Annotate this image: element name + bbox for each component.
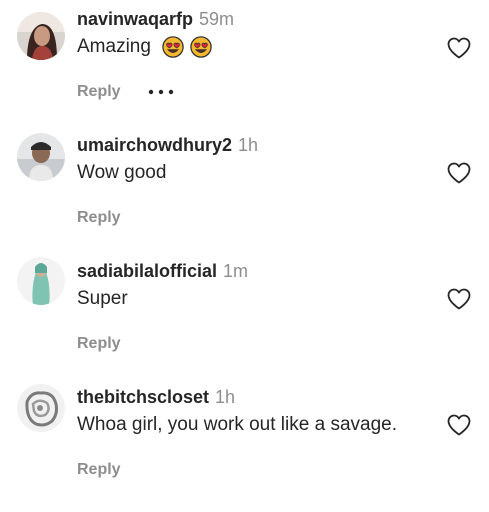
reply-button[interactable]: Reply	[77, 335, 121, 353]
comment-time: 1h	[238, 135, 259, 155]
comment-text: Super	[77, 286, 128, 312]
reply-button[interactable]: Reply	[77, 461, 121, 479]
comment-actions: Reply	[77, 207, 121, 229]
username[interactable]: thebitchscloset	[77, 387, 209, 407]
comment-actions: Reply	[77, 333, 121, 355]
heart-outline-icon[interactable]	[446, 36, 472, 60]
comment-time: 1m	[223, 261, 249, 281]
comment-body: Super	[77, 288, 128, 309]
comment-text: Wow good	[77, 160, 166, 186]
comment-body: Wow good	[77, 162, 167, 183]
more-options-icon[interactable]	[148, 87, 174, 97]
comment-meta: navinwaqarfp 59m	[77, 8, 234, 30]
comment-item: navinwaqarfp 59m Amazing Reply	[0, 8, 489, 134]
avatar[interactable]	[17, 12, 65, 60]
reply-button[interactable]: Reply	[77, 209, 121, 227]
comment-item: thebitchscloset 1h Whoa girl, you work ou…	[0, 384, 489, 512]
comment-item: sadiabilalofficial 1m Super Reply	[0, 257, 489, 386]
comment-meta: sadiabilalofficial 1m	[77, 260, 248, 282]
comment-time: 59m	[199, 9, 235, 29]
reply-button[interactable]: Reply	[77, 83, 121, 101]
comment-time: 1h	[215, 387, 236, 407]
comment-body: Whoa girl, you work out like a savage.	[77, 414, 397, 435]
username[interactable]: navinwaqarfp	[77, 9, 193, 29]
comment-meta: thebitchscloset 1h	[77, 386, 235, 408]
username[interactable]: umairchowdhury2	[77, 135, 232, 155]
avatar[interactable]	[17, 257, 65, 305]
comment-text: Whoa girl, you work out like a savage.	[77, 412, 397, 438]
comment-item: umairchowdhury2 1h Wow good Reply	[0, 133, 489, 260]
comment-body: Amazing	[77, 36, 151, 57]
heart-outline-icon[interactable]	[446, 161, 472, 185]
comment-actions: Reply	[77, 459, 121, 481]
comment-meta: umairchowdhury2 1h	[77, 134, 258, 156]
heart-outline-icon[interactable]	[446, 287, 472, 311]
heart-outline-icon[interactable]	[446, 413, 472, 437]
heart-eyes-emoji-icon	[162, 36, 184, 58]
avatar[interactable]	[17, 384, 65, 432]
heart-eyes-emoji-icon	[190, 36, 212, 58]
avatar[interactable]	[17, 133, 65, 181]
comment-text: Amazing	[77, 34, 212, 60]
username[interactable]: sadiabilalofficial	[77, 261, 217, 281]
comment-actions: Reply	[77, 81, 174, 103]
